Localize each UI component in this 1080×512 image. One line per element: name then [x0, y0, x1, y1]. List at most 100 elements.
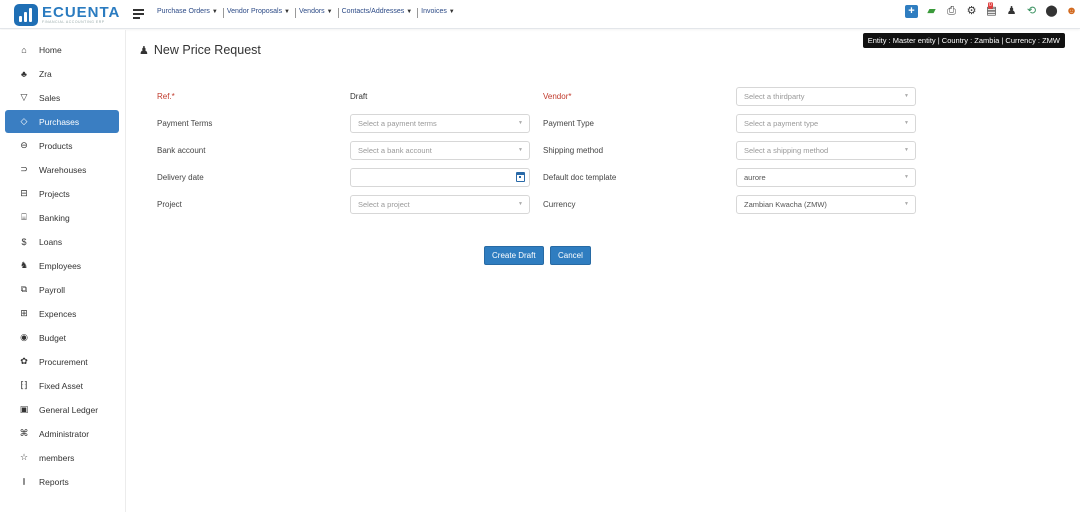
chevron-down-icon: ▼: [518, 201, 523, 207]
menu-divider: [337, 8, 339, 18]
gear-icon[interactable]: ⚙: [965, 5, 978, 18]
sidebar-item-procurement[interactable]: ✿ Procurement: [5, 350, 119, 373]
sidebar-item-reports[interactable]: ⫾ Reports: [5, 470, 119, 493]
doc-template-select[interactable]: aurore ▼: [736, 168, 916, 187]
chevron-down-icon: ▼: [904, 201, 909, 207]
history-icon[interactable]: ⟲: [1025, 5, 1038, 18]
chevron-down-icon: ▼: [904, 93, 909, 99]
user-tie-icon: ♟: [139, 44, 149, 57]
payment-type-select[interactable]: Select a payment type ▼: [736, 114, 916, 133]
app-logo[interactable]: ECUENTA FINANCIAL ACCOUNTING ERP: [14, 3, 120, 26]
bell-icon[interactable]: ♟: [1005, 5, 1018, 18]
shipping-method-select[interactable]: Select a shipping method ▼: [736, 141, 916, 160]
location-pin-icon[interactable]: ⬤: [1045, 5, 1058, 18]
top-bar: ECUENTA FINANCIAL ACCOUNTING ERP Purchas…: [0, 0, 1080, 29]
vendor-label: Vendor*: [543, 92, 572, 101]
payroll-icon: ⧉: [20, 284, 28, 294]
asset-icon: ⁅⁆: [20, 380, 28, 390]
ref-value: Draft: [350, 92, 368, 101]
sidebar-item-members[interactable]: ☆ members: [5, 446, 119, 469]
caret-down-icon: ▼: [326, 9, 333, 15]
chevron-down-icon: ▼: [904, 174, 909, 180]
delivery-date-label: Delivery date: [157, 173, 204, 182]
procurement-icon: ✿: [20, 356, 28, 366]
chevron-down-icon: ▼: [518, 147, 523, 153]
topmenu-vendor-proposals[interactable]: Vendor Proposals ▼: [227, 8, 293, 18]
box-icon: ⊖: [20, 140, 28, 150]
chat-icon[interactable]: ▰: [925, 5, 938, 18]
bank-account-label: Bank account: [157, 146, 206, 155]
chevron-down-icon: ▼: [904, 120, 909, 126]
admin-icon: ⌘: [19, 428, 29, 438]
create-draft-button[interactable]: Create Draft: [484, 246, 544, 265]
printer-icon[interactable]: ⎙: [945, 5, 958, 18]
chevron-down-icon: ▼: [904, 147, 909, 153]
sidebar-item-expences[interactable]: ⊞ Expences: [5, 302, 119, 325]
sidebar-item-fixed-asset[interactable]: ⁅⁆ Fixed Asset: [5, 374, 119, 397]
payment-terms-select[interactable]: Select a payment terms ▼: [350, 114, 530, 133]
bank-icon: ⌸: [21, 212, 27, 222]
menu-divider: [222, 8, 224, 18]
project-select[interactable]: Select a project ▼: [350, 195, 530, 214]
topmenu-purchase-orders[interactable]: Purchase Orders ▼: [157, 8, 221, 18]
sidebar-item-sales[interactable]: ▽ Sales: [5, 86, 119, 109]
hamburger-menu-icon[interactable]: [133, 9, 144, 19]
vendor-select[interactable]: Select a thirdparty ▼: [736, 87, 916, 106]
sidebar-item-employees[interactable]: ♞ Employees: [5, 254, 119, 277]
project-label: Project: [157, 200, 182, 209]
caret-down-icon: ▼: [448, 9, 455, 15]
logo-tagline: FINANCIAL ACCOUNTING ERP: [42, 19, 105, 24]
sidebar-item-zra[interactable]: ♣ Zra: [5, 62, 119, 85]
home-icon: ⌂: [21, 44, 27, 55]
caret-down-icon: ▼: [284, 9, 290, 15]
logo-word: ECUENTA: [42, 3, 121, 21]
dolly-icon: ⊃: [20, 164, 28, 174]
notification-badge: 0: [988, 2, 993, 9]
caret-down-icon: ▼: [211, 9, 218, 15]
bag-icon: ◇: [20, 116, 28, 126]
bar-chart-icon: ⫾: [22, 476, 26, 486]
topmenu-invoices[interactable]: Invoices ▼: [421, 8, 458, 18]
menu-divider: [295, 8, 296, 18]
sidebar-item-banking[interactable]: ⌸ Banking: [5, 206, 119, 229]
top-icons: + ▰ ⎙ ⚙ ▤ 0 ♟ ⟲ ⬤ ☻: [898, 2, 1078, 18]
logo-mark-icon: [14, 3, 38, 26]
delivery-date-input[interactable]: [350, 168, 530, 187]
plus-square-icon[interactable]: +: [905, 5, 918, 18]
user-avatar-icon[interactable]: ☻: [1065, 5, 1078, 18]
star-icon: ☆: [19, 452, 29, 462]
coins-icon: ◉: [20, 332, 28, 342]
sidebar-item-home[interactable]: ⌂ Home: [5, 38, 119, 61]
topmenu-contacts-addresses[interactable]: Contacts/Addresses ▼: [342, 8, 416, 18]
calendar-icon[interactable]: [516, 172, 525, 182]
cancel-button[interactable]: Cancel: [550, 246, 591, 265]
bank-account-select[interactable]: Select a bank account ▼: [350, 141, 530, 160]
sidebar: ⌂ Home ♣ Zra ▽ Sales ◇ Purchases ⊖ Products ⊃…: [0, 30, 126, 512]
entity-banner: Entity : Master entity | Country : Zambi…: [862, 33, 1065, 48]
sidebar-item-warehouses[interactable]: ⊃ Warehouses: [5, 158, 119, 181]
sidebar-item-budget[interactable]: ◉ Budget: [5, 326, 119, 349]
payment-type-label: Payment Type: [543, 119, 594, 128]
payment-terms-label: Payment Terms: [157, 119, 213, 128]
briefcase-icon: ⊟: [20, 188, 28, 198]
sidebar-item-loans[interactable]: $ Loans: [5, 230, 119, 253]
dollar-circle-icon: $: [21, 236, 27, 247]
sidebar-item-products[interactable]: ⊖ Products: [5, 134, 119, 157]
currency-label: Currency: [543, 200, 576, 209]
sidebar-item-general-ledger[interactable]: ▣ General Ledger: [5, 398, 119, 421]
group-icon: ♣: [21, 68, 27, 79]
shipping-method-label: Shipping method: [543, 146, 604, 155]
caret-down-icon: ▼: [406, 9, 413, 15]
cart-icon: ▽: [20, 92, 28, 102]
notepad-badge-icon[interactable]: ▤ 0: [985, 2, 998, 18]
doc-template-label: Default doc template: [543, 173, 617, 182]
top-menu: Purchase Orders ▼ Vendor Proposals ▼ Ven…: [157, 8, 460, 18]
receipt-icon: ⊞: [20, 308, 28, 318]
sidebar-item-projects[interactable]: ⊟ Projects: [5, 182, 119, 205]
currency-select[interactable]: Zambian Kwacha (ZMW) ▼: [736, 195, 916, 214]
ref-label: Ref.*: [157, 92, 175, 101]
sidebar-item-administrator[interactable]: ⌘ Administrator: [5, 422, 119, 445]
sidebar-item-purchases[interactable]: ◇ Purchases: [5, 110, 119, 133]
sidebar-item-payroll[interactable]: ⧉ Payroll: [5, 278, 119, 301]
topmenu-vendors[interactable]: Vendors ▼: [299, 8, 336, 18]
